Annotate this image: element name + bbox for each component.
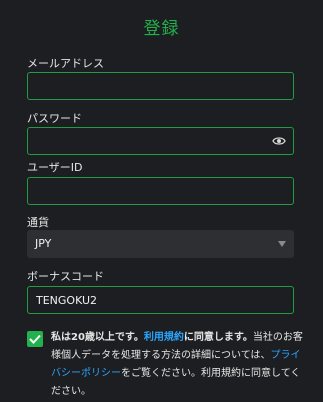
user-id-label: ユーザーID	[27, 161, 83, 174]
email-field[interactable]	[27, 72, 294, 100]
consent-checkbox[interactable]	[27, 331, 43, 347]
check-icon	[29, 334, 41, 344]
age-statement: 私は20歳以上です。	[51, 332, 144, 343]
terms-link[interactable]: 利用規約	[144, 332, 184, 343]
bonus-code-field[interactable]	[27, 286, 294, 314]
bonus-code-label: ボーナスコード	[27, 270, 104, 283]
page-title: 登録	[143, 19, 180, 39]
eye-icon[interactable]	[272, 135, 286, 147]
agree-text: に同意します。	[183, 332, 253, 343]
consent-text: 私は20歳以上です。利用規約に同意します。当社のお客様個人データを処理する方法の…	[51, 329, 303, 401]
chevron-down-icon	[278, 241, 286, 247]
currency-value: JPY	[35, 237, 52, 250]
email-label: メールアドレス	[27, 57, 104, 70]
bonus-code-input[interactable]	[28, 287, 293, 313]
user-id-input[interactable]	[28, 178, 293, 204]
email-input[interactable]	[28, 73, 293, 99]
currency-label: 通貨	[27, 216, 49, 229]
user-id-field[interactable]	[27, 177, 294, 205]
password-field[interactable]	[27, 127, 294, 155]
password-label: パスワード	[27, 112, 82, 125]
password-input[interactable]	[28, 128, 293, 154]
registration-form: 登録 メールアドレス パスワード ユーザーID 通貨 JPY ボーナスコード 私…	[0, 0, 323, 402]
currency-select[interactable]: JPY	[27, 230, 294, 258]
